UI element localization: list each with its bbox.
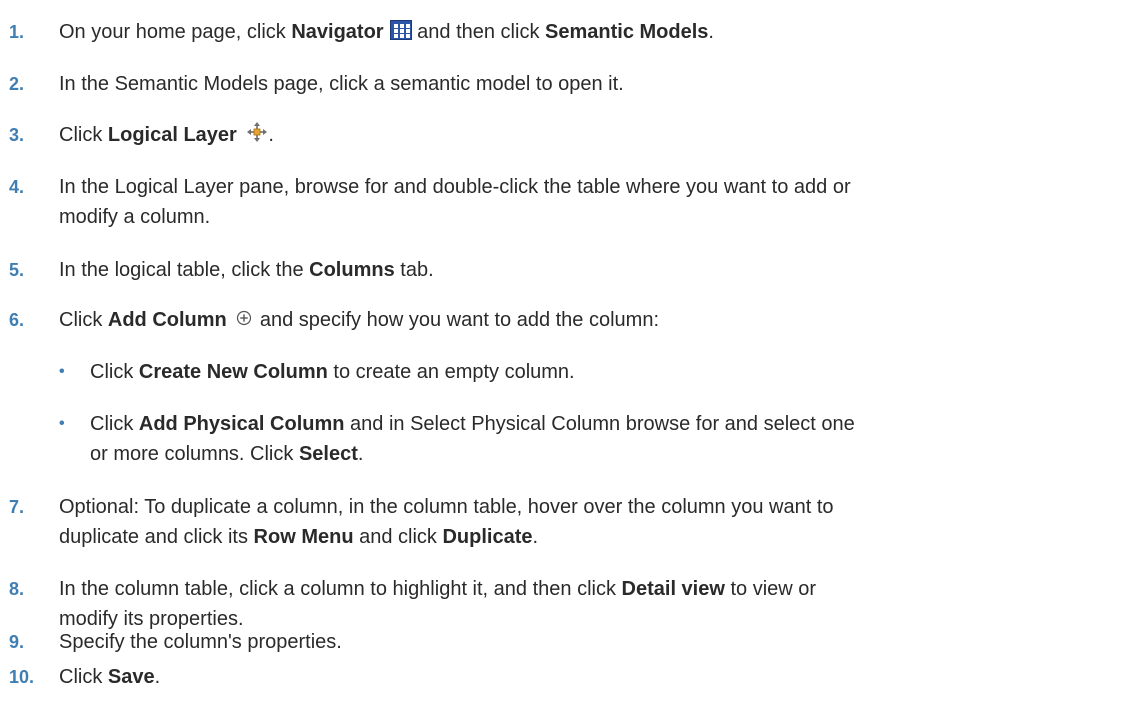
step-number: 3. <box>9 125 25 145</box>
text-segment: and specify how you want to add the colu… <box>254 309 660 331</box>
add-column-label: Add Column <box>107 309 227 331</box>
grid-icon <box>389 19 412 40</box>
text-segment: duplicate and click its <box>59 526 254 548</box>
text-segment: . <box>268 124 274 146</box>
step-number: 1. <box>9 22 25 42</box>
text-segment: Click <box>59 309 108 331</box>
text-line: In the Logical Layer pane, browse for an… <box>59 176 851 198</box>
step-text: Click Add Column and specify how you wan… <box>59 305 1129 335</box>
bullet-text: Click Add Physical Column and in Select … <box>90 409 1120 469</box>
move-arrows-icon <box>247 121 268 142</box>
text-line: modify a column. <box>59 206 211 228</box>
bullet-text: Click Create New Column to create an emp… <box>90 357 1120 387</box>
step-text: Click Logical Layer . <box>59 120 1129 151</box>
text-segment: . <box>154 666 161 688</box>
text-segment: Optional: To duplicate a column, in the … <box>59 496 834 518</box>
create-new-column-label: Create New Column <box>138 361 328 383</box>
step-number: 2. <box>9 74 25 94</box>
text-segment: . <box>708 21 714 43</box>
step-number: 4. <box>9 177 25 197</box>
step-number: 5. <box>9 260 25 280</box>
bullet-mark: • <box>59 415 65 432</box>
navigator-label: Navigator <box>291 21 384 43</box>
text-segment: Click <box>59 666 108 688</box>
step-text: Click Save. <box>59 662 1129 692</box>
step-text: In the column table, click a column to h… <box>59 574 1129 634</box>
text-segment: Click <box>90 413 139 435</box>
text-segment: In the logical table, click the <box>59 259 310 281</box>
text-segment: . <box>532 526 539 548</box>
text-segment: Click <box>59 124 108 146</box>
add-physical-column-label: Add Physical Column <box>138 413 345 435</box>
text-segment: or more columns. Click <box>90 443 299 465</box>
step-number: 8. <box>9 579 25 599</box>
text-segment: to create an empty column. <box>327 361 575 383</box>
step-number: 7. <box>9 497 25 517</box>
text-segment: and in Select Physical Column browse for… <box>344 413 855 435</box>
text-segment: tab. <box>394 259 434 281</box>
step-number: 10. <box>9 667 35 687</box>
text-segment: . <box>357 443 364 465</box>
step-text: Optional: To duplicate a column, in the … <box>59 492 1129 552</box>
text-segment: On your home page, click <box>59 21 292 43</box>
step-number: 6. <box>9 310 25 330</box>
duplicate-label: Duplicate <box>442 526 533 548</box>
step-text: Specify the column's properties. <box>59 631 342 653</box>
add-circle-icon <box>237 310 252 325</box>
text-segment: and then click <box>411 21 546 43</box>
step-text: In the Logical Layer pane, browse for an… <box>59 172 1129 232</box>
step-text: On your home page, click Navigator and t… <box>59 17 1129 47</box>
text-segment: and click <box>353 526 443 548</box>
step-text: In the logical table, click the Columns … <box>59 255 1129 285</box>
step-text: In the Semantic Models page, click a sem… <box>59 73 624 95</box>
save-label: Save <box>107 666 155 688</box>
semantic-models-label: Semantic Models <box>545 21 709 43</box>
logical-layer-label: Logical Layer <box>107 124 237 146</box>
step-number: 9. <box>9 632 25 652</box>
text-segment: In the column table, click a column to h… <box>59 578 622 600</box>
detail-view-label: Detail view <box>621 578 725 600</box>
bullet-mark: • <box>59 363 65 380</box>
select-label: Select <box>298 443 358 465</box>
text-segment: Click <box>90 361 139 383</box>
text-segment: to view or <box>724 578 817 600</box>
columns-label: Columns <box>309 259 395 281</box>
row-menu-label: Row Menu <box>253 526 354 548</box>
